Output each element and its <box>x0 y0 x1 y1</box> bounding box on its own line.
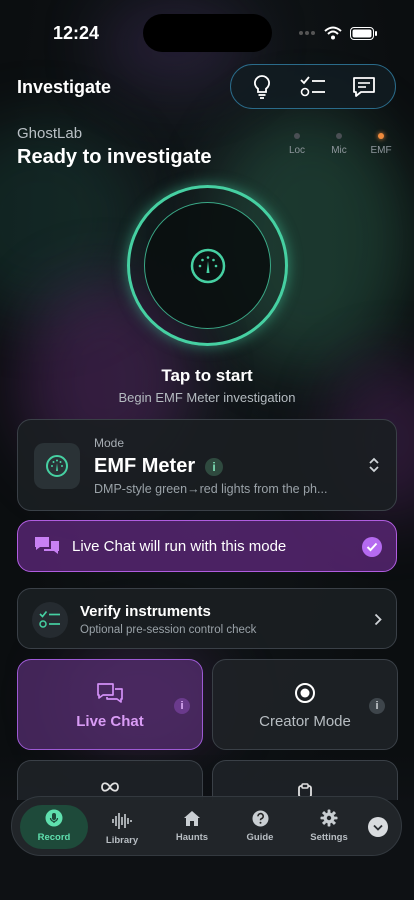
checklist-icon <box>32 602 68 638</box>
clipboard-icon <box>298 783 312 797</box>
tab-label: Record <box>37 832 71 843</box>
gear-icon <box>302 808 356 828</box>
live-chat-toggle-row[interactable]: Live Chat will run with this mode <box>17 520 397 572</box>
checklist-icon[interactable] <box>297 71 329 103</box>
cellular-signal-icon <box>299 31 315 35</box>
sensor-dot-active <box>378 133 384 139</box>
start-subtitle: Begin EMF Meter investigation <box>118 390 296 405</box>
sensor-loc: Loc <box>280 133 314 156</box>
house-icon <box>167 808 217 828</box>
gauge-icon <box>46 455 68 477</box>
verify-instruments-row[interactable]: Verify instruments Optional pre-session … <box>17 588 397 649</box>
live-chat-row-label: Live Chat will run with this mode <box>72 538 287 555</box>
creator-mode-button[interactable]: Creator Mode i <box>212 659 398 750</box>
tab-library[interactable]: Library <box>97 805 147 849</box>
start-button[interactable] <box>127 185 288 346</box>
bottom-tab-bar: Record Library Haunts Guide Settings <box>11 796 402 856</box>
tab-label: Guide <box>246 832 274 843</box>
chat-bubbles-icon <box>35 537 59 554</box>
gauge-icon <box>190 248 225 283</box>
mode-selector[interactable]: Mode EMF Meter i DMP-style green→red lig… <box>17 419 397 511</box>
waveform-icon <box>97 811 147 831</box>
mode-icon-box <box>34 443 80 489</box>
tab-haunts[interactable]: Haunts <box>167 805 217 849</box>
tab-label: Haunts <box>175 832 209 843</box>
tab-record[interactable]: Record <box>20 805 88 849</box>
partial-card-right[interactable] <box>212 760 398 800</box>
app-name: GhostLab <box>17 125 83 142</box>
session-status: Ready to investigate <box>17 146 212 168</box>
chevron-right-icon <box>374 613 382 626</box>
sensor-label: EMF <box>370 145 392 156</box>
tab-settings[interactable]: Settings <box>302 805 356 849</box>
tab-guide[interactable]: Guide <box>235 805 285 849</box>
live-chat-info-icon[interactable]: i <box>174 698 190 714</box>
start-title: Tap to start <box>161 366 253 385</box>
question-icon <box>235 808 285 828</box>
chat-icon[interactable] <box>348 71 380 103</box>
live-chat-button[interactable]: Live Chat i <box>17 659 203 750</box>
page-title: Investigate <box>17 77 112 97</box>
status-time: 12:24 <box>53 23 100 43</box>
creator-mode-info-icon[interactable]: i <box>369 698 385 714</box>
checkmark-icon <box>362 537 382 557</box>
tab-label: Library <box>105 835 139 846</box>
tab-label: Settings <box>310 832 348 843</box>
chevron-down-icon[interactable] <box>368 817 388 837</box>
live-chat-button-label: Live Chat <box>76 713 144 730</box>
mode-label: Mode <box>94 436 125 450</box>
wifi-icon <box>324 26 342 40</box>
sensor-label: Mic <box>331 145 347 156</box>
sensor-dot <box>294 133 300 139</box>
microphone-icon <box>20 808 88 828</box>
mode-info-icon[interactable]: i <box>205 458 223 476</box>
sensor-indicators: Loc Mic EMF <box>280 133 400 163</box>
dynamic-island <box>143 14 272 52</box>
sensor-dot <box>336 133 342 139</box>
verify-subtitle: Optional pre-session control check <box>80 624 257 636</box>
status-bar: 12:24 <box>0 0 414 60</box>
mode-name: EMF Meter <box>94 455 196 477</box>
chevron-up-down-icon <box>369 457 379 473</box>
battery-icon <box>350 27 377 40</box>
verify-title: Verify instruments <box>80 603 211 620</box>
toolbar-pill <box>230 64 396 109</box>
sensor-label: Loc <box>288 145 306 156</box>
lightbulb-icon[interactable] <box>246 71 278 103</box>
partial-card-left[interactable] <box>17 760 203 800</box>
creator-mode-button-label: Creator Mode <box>259 713 351 730</box>
mode-description: DMP-style green→red lights from the ph..… <box>94 482 328 496</box>
start-button-inner <box>144 202 271 329</box>
infinity-icon <box>101 782 119 792</box>
sensor-mic: Mic <box>322 133 356 156</box>
sensor-emf: EMF <box>364 133 398 156</box>
